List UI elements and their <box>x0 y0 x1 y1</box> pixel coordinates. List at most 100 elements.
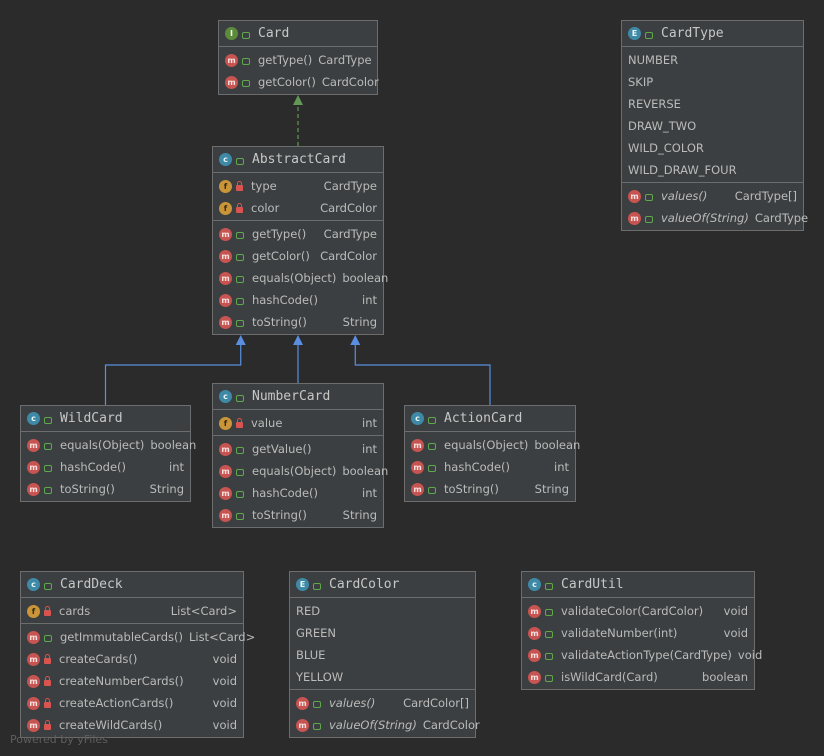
class-abstractcard[interactable]: c AbstractCard f type CardType f color CardColo… <box>212 146 388 335</box>
class-cardutil[interactable]: c CardUtil m validateColor(CardColor) void m v… <box>521 571 762 690</box>
enum-constant[interactable]: REVERSE <box>622 93 803 115</box>
method-icon: m <box>528 670 541 684</box>
member-name: valueOf(String) <box>329 718 417 732</box>
class-header[interactable]: c CardUtil <box>522 572 754 598</box>
method-row[interactable]: m createNumberCards() void <box>21 670 243 692</box>
method-row[interactable]: m getType() CardType <box>213 223 383 245</box>
enum-constant[interactable]: RED <box>290 600 475 622</box>
class-card[interactable]: I Card m getType() CardType m getColor() CardCo… <box>218 20 379 95</box>
method-row[interactable]: m equals(Object) boolean <box>213 267 388 289</box>
member-type: CardType <box>754 211 809 225</box>
class-section: RED GREEN BLUE YELLOW <box>290 598 475 690</box>
method-row[interactable]: m hashCode() int <box>213 482 383 504</box>
enum-constant[interactable]: DRAW_TWO <box>622 115 803 137</box>
class-section: f cards List<Card> <box>21 598 243 624</box>
method-row[interactable]: m isWildCard(Card) boolean <box>522 666 754 688</box>
enum-constant[interactable]: GREEN <box>290 622 475 644</box>
method-icon: m <box>219 249 232 263</box>
method-row[interactable]: m values() CardColor[] <box>290 692 475 714</box>
class-icon: c <box>528 578 541 591</box>
class-wildcard[interactable]: c WildCard m equals(Object) boolean m hashCode… <box>20 405 196 502</box>
class-header[interactable]: E CardType <box>622 21 803 47</box>
method-icon: m <box>411 460 424 474</box>
method-row[interactable]: m getColor() CardColor <box>213 245 383 267</box>
class-header[interactable]: E CardColor <box>290 572 475 598</box>
extends-arrow <box>235 335 246 345</box>
enum-constant[interactable]: YELLOW <box>290 666 475 688</box>
method-icon: m <box>27 718 40 732</box>
class-actioncard[interactable]: c ActionCard m equals(Object) boolean m hashCo… <box>404 405 580 502</box>
method-row[interactable]: m getType() CardType <box>219 49 377 71</box>
field-row[interactable]: f cards List<Card> <box>21 600 243 622</box>
public-visibility-icon <box>242 58 250 65</box>
method-row[interactable]: m equals(Object) boolean <box>21 434 196 456</box>
member-name: value <box>251 416 283 430</box>
method-icon: m <box>27 438 40 452</box>
method-row[interactable]: m valueOf(String) CardType <box>622 207 808 229</box>
enum-constant[interactable]: WILD_COLOR <box>622 137 803 159</box>
member-name: cards <box>59 604 91 618</box>
member-name: getColor() <box>252 249 310 263</box>
enum-constant[interactable]: SKIP <box>622 71 803 93</box>
private-visibility-icon <box>236 180 243 191</box>
method-row[interactable]: m validateNumber(int) void <box>522 622 754 644</box>
member-name: values() <box>661 189 708 203</box>
method-row[interactable]: m getImmutableCards() List<Card> <box>21 626 255 648</box>
enum-constant[interactable]: BLUE <box>290 644 475 666</box>
public-visibility-icon <box>645 31 653 39</box>
public-visibility-icon <box>545 582 553 590</box>
field-row[interactable]: f color CardColor <box>213 197 383 219</box>
class-header[interactable]: c WildCard <box>21 406 190 432</box>
member-name: isWildCard(Card) <box>561 670 658 684</box>
member-name: toString() <box>252 508 307 522</box>
method-row[interactable]: m createCards() void <box>21 648 243 670</box>
class-cardtype[interactable]: E CardType NUMBER SKIP REVERSE DRAW_TWO WILD_C… <box>621 20 808 231</box>
method-icon: m <box>219 227 232 241</box>
member-type: List<Card> <box>170 604 237 618</box>
field-row[interactable]: f type CardType <box>213 175 383 197</box>
method-row[interactable]: m toString() String <box>405 478 575 500</box>
method-row[interactable]: m valueOf(String) CardColor <box>290 714 480 736</box>
method-row[interactable]: m validateColor(CardColor) void <box>522 600 754 622</box>
public-visibility-icon <box>236 320 244 327</box>
member-name: getType() <box>258 53 313 67</box>
member-type: int <box>554 460 569 474</box>
class-header[interactable]: c ActionCard <box>405 406 575 432</box>
class-header[interactable]: c CardDeck <box>21 572 243 598</box>
class-section: m values() CardType[] m valueOf(String) CardT… <box>622 183 808 230</box>
class-cardcolor[interactable]: E CardColor RED GREEN BLUE YELLOW m values() Car… <box>289 571 480 738</box>
class-numbercard[interactable]: c NumberCard f value int m getValue() int m equal… <box>212 383 388 528</box>
member-type: CardColor[] <box>403 696 469 710</box>
class-section: m equals(Object) boolean m hashCode() int m toS… <box>21 432 196 501</box>
member-type: int <box>362 442 377 456</box>
class-header[interactable]: c NumberCard <box>213 384 383 410</box>
method-row[interactable]: m values() CardType[] <box>622 185 803 207</box>
public-visibility-icon <box>428 465 436 472</box>
method-row[interactable]: m getValue() int <box>213 438 383 460</box>
method-row[interactable]: m equals(Object) boolean <box>405 434 580 456</box>
public-visibility-icon <box>545 675 553 682</box>
method-row[interactable]: m getColor() CardColor <box>219 71 379 93</box>
method-row[interactable]: m createActionCards() void <box>21 692 243 714</box>
class-carddeck[interactable]: c CardDeck f cards List<Card> m getImmutableCa… <box>20 571 255 738</box>
class-section: f value int <box>213 410 383 436</box>
method-row[interactable]: m hashCode() int <box>21 456 190 478</box>
method-row[interactable]: m toString() String <box>213 504 383 526</box>
public-visibility-icon <box>242 80 250 87</box>
enum-constant[interactable]: WILD_DRAW_FOUR <box>622 159 803 181</box>
method-row[interactable]: m hashCode() int <box>405 456 575 478</box>
method-row[interactable]: m equals(Object) boolean <box>213 460 388 482</box>
method-icon: m <box>296 718 309 732</box>
method-row[interactable]: m toString() String <box>21 478 190 500</box>
extends-arrow <box>293 335 303 345</box>
class-header[interactable]: I Card <box>219 21 377 47</box>
member-type: String <box>342 508 377 522</box>
method-row[interactable]: m toString() String <box>213 311 383 333</box>
class-name: CardUtil <box>561 577 624 592</box>
method-row[interactable]: m validateActionType(CardType) void <box>522 644 762 666</box>
public-visibility-icon <box>545 653 553 660</box>
enum-constant[interactable]: NUMBER <box>622 49 803 71</box>
class-header[interactable]: c AbstractCard <box>213 147 383 173</box>
method-row[interactable]: m hashCode() int <box>213 289 383 311</box>
field-row[interactable]: f value int <box>213 412 383 434</box>
